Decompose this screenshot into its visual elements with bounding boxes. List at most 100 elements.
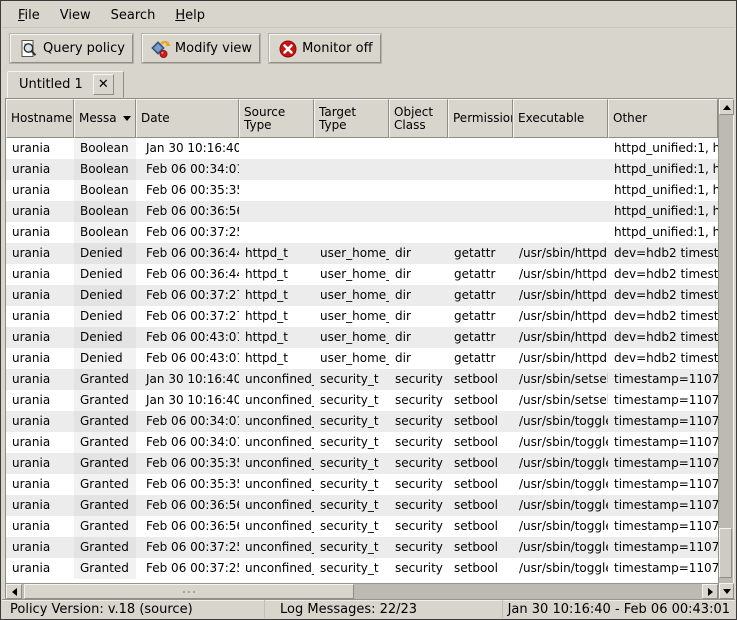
cell-message: Denied — [74, 264, 136, 285]
cell-permission: setbool — [448, 474, 513, 495]
cell-message: Granted — [74, 369, 136, 390]
cell-target_type — [314, 138, 389, 159]
table-row[interactable]: uraniaBooleanJan 30 10:16:40httpd_unifie… — [6, 138, 718, 159]
cell-target_type: security_t — [314, 537, 389, 558]
column-header-message[interactable]: Messa — [74, 99, 136, 138]
cell-hostname: urania — [6, 390, 74, 411]
table-row[interactable]: uraniaGrantedJan 30 10:16:40unconfined_s… — [6, 390, 718, 411]
table-row[interactable]: uraniaDeniedFeb 06 00:37:27httpd_tuser_h… — [6, 306, 718, 327]
horizontal-scrollbar-thumb[interactable] — [24, 584, 354, 599]
tab-label: Untitled 1 — [19, 77, 83, 92]
column-header-hostname[interactable]: Hostname — [6, 99, 74, 138]
cell-message: Granted — [74, 453, 136, 474]
cell-permission: setbool — [448, 369, 513, 390]
table-row[interactable]: uraniaBooleanFeb 06 00:37:25httpd_unifie… — [6, 222, 718, 243]
table-row[interactable]: uraniaGrantedFeb 06 00:36:56unconfined_s… — [6, 516, 718, 537]
column-header-permission[interactable]: Permission — [448, 99, 513, 138]
cell-source_type: unconfined_ — [239, 537, 314, 558]
vertical-scrollbar-thumb[interactable] — [719, 528, 732, 578]
table-row[interactable]: uraniaGrantedJan 30 10:16:40unconfined_s… — [6, 369, 718, 390]
scroll-down-button[interactable] — [719, 583, 734, 599]
table-row[interactable]: uraniaBooleanFeb 06 00:34:01httpd_unifie… — [6, 159, 718, 180]
cell-executable — [513, 180, 608, 201]
cell-hostname: urania — [6, 138, 74, 159]
table-row[interactable]: uraniaBooleanFeb 06 00:36:56httpd_unifie… — [6, 201, 718, 222]
cell-message: Denied — [74, 348, 136, 369]
cell-executable: /usr/sbin/toggle — [513, 432, 608, 453]
cell-object_class — [389, 201, 448, 222]
cell-other: timestamp=11076 — [608, 516, 718, 537]
tab-strip: Untitled 1 ✕ — [2, 69, 735, 98]
cell-object_class: security — [389, 495, 448, 516]
table-row[interactable]: uraniaGrantedFeb 06 00:35:35unconfined_s… — [6, 474, 718, 495]
cell-permission — [448, 222, 513, 243]
policy-version-status: Policy Version: v.18 (source) — [2, 600, 264, 618]
cell-other: dev=hdb2 timesta — [608, 264, 718, 285]
cell-other: timestamp=11076 — [608, 537, 718, 558]
column-header-date[interactable]: Date — [136, 99, 239, 138]
table-row[interactable]: uraniaDeniedFeb 06 00:36:44httpd_tuser_h… — [6, 243, 718, 264]
modify-view-button[interactable]: Modify view — [142, 34, 260, 63]
table-row[interactable]: uraniaDeniedFeb 06 00:36:44httpd_tuser_h… — [6, 264, 718, 285]
cell-message: Boolean — [74, 138, 136, 159]
cell-object_class: dir — [389, 285, 448, 306]
cell-executable: /usr/sbin/setseb — [513, 369, 608, 390]
horizontal-scrollbar[interactable] — [6, 583, 718, 599]
menu-view[interactable]: View — [50, 5, 101, 26]
cell-permission — [448, 180, 513, 201]
cell-other: httpd_unified:1, h — [608, 222, 718, 243]
column-header-executable[interactable]: Executable — [513, 99, 608, 138]
cell-executable — [513, 222, 608, 243]
cell-executable: /usr/sbin/toggle — [513, 516, 608, 537]
column-header-object_class[interactable]: Object Class — [389, 99, 448, 138]
cell-object_class — [389, 159, 448, 180]
table-row[interactable]: uraniaGrantedFeb 06 00:36:56unconfined_s… — [6, 495, 718, 516]
table-row[interactable]: uraniaGrantedFeb 06 00:37:25unconfined_s… — [6, 558, 718, 579]
tab-close-button[interactable]: ✕ — [93, 74, 114, 95]
cell-hostname: urania — [6, 264, 74, 285]
cell-hostname: urania — [6, 516, 74, 537]
menu-search[interactable]: Search — [101, 5, 166, 26]
menu-help[interactable]: Help — [165, 5, 215, 26]
table-row[interactable]: uraniaGrantedFeb 06 00:35:35unconfined_s… — [6, 453, 718, 474]
cell-source_type — [239, 201, 314, 222]
cell-target_type — [314, 180, 389, 201]
horizontal-scrollbar-trough[interactable] — [22, 584, 702, 599]
cell-hostname: urania — [6, 222, 74, 243]
column-header-label: Target Type — [319, 106, 384, 132]
menu-file[interactable]: File — [8, 5, 50, 26]
cell-target_type: user_home_ — [314, 285, 389, 306]
down-arrow-icon — [723, 589, 731, 594]
query-policy-button[interactable]: Query policy — [10, 34, 133, 63]
column-header-target_type[interactable]: Target Type — [314, 99, 389, 138]
table-row[interactable]: uraniaGrantedFeb 06 00:37:25unconfined_s… — [6, 537, 718, 558]
vertical-scrollbar-trough[interactable] — [719, 115, 733, 583]
cell-executable: /usr/sbin/toggle — [513, 411, 608, 432]
cell-hostname: urania — [6, 201, 74, 222]
table-row[interactable]: uraniaGrantedFeb 06 00:34:01unconfined_s… — [6, 432, 718, 453]
table-row[interactable]: uraniaDeniedFeb 06 00:43:01httpd_tuser_h… — [6, 348, 718, 369]
table-row[interactable]: uraniaBooleanFeb 06 00:35:35httpd_unifie… — [6, 180, 718, 201]
table-row[interactable]: uraniaGrantedFeb 06 00:34:01unconfined_s… — [6, 411, 718, 432]
cell-source_type — [239, 159, 314, 180]
cell-hostname: urania — [6, 348, 74, 369]
scroll-left-button[interactable] — [6, 584, 22, 599]
vertical-scrollbar[interactable] — [718, 99, 733, 599]
cell-target_type: security_t — [314, 411, 389, 432]
table-row[interactable]: uraniaDeniedFeb 06 00:43:01httpd_tuser_h… — [6, 327, 718, 348]
table-row[interactable]: uraniaDeniedFeb 06 00:37:27httpd_tuser_h… — [6, 285, 718, 306]
column-header-label: Hostname — [11, 112, 72, 125]
tab-untitled-1[interactable]: Untitled 1 ✕ — [7, 71, 124, 98]
cell-target_type: security_t — [314, 369, 389, 390]
scroll-up-button[interactable] — [719, 99, 734, 115]
column-header-other[interactable]: Other — [608, 99, 718, 138]
cell-other: dev=hdb2 timesta — [608, 306, 718, 327]
column-header-label: Date — [141, 112, 170, 125]
scroll-right-button[interactable] — [702, 584, 718, 599]
cell-source_type: httpd_t — [239, 327, 314, 348]
sort-descending-icon — [123, 116, 131, 121]
column-header-source_type[interactable]: Source Type — [239, 99, 314, 138]
monitor-off-button[interactable]: Monitor off — [269, 34, 380, 63]
column-header-label: Permission — [453, 112, 513, 125]
cell-target_type: security_t — [314, 390, 389, 411]
